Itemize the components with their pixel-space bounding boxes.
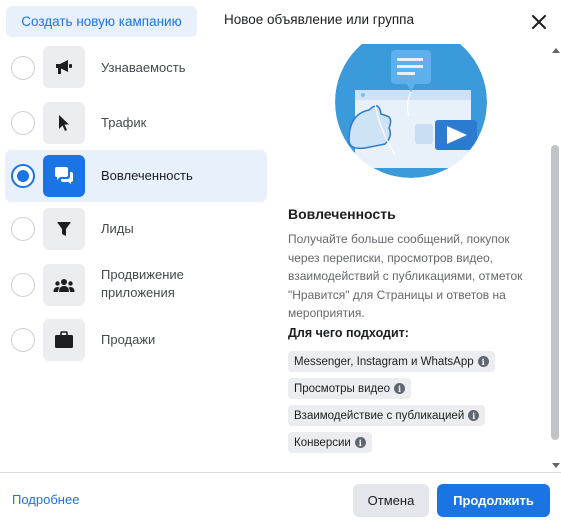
objective-item-engagement[interactable]: Вовлеченность [5, 150, 267, 202]
use-case-chip: Взаимодействие с публикацией i [288, 405, 486, 426]
engagement-illustration [335, 26, 487, 178]
objective-label: Вовлеченность [101, 168, 193, 183]
detail-description: Получайте больше сообщений, покупок чере… [288, 232, 523, 320]
objective-label: Продвижение приложения [101, 267, 184, 300]
objective-item-awareness[interactable]: Узнаваемость [5, 44, 267, 92]
objective-label: Лиды [101, 221, 134, 236]
continue-button[interactable]: Продолжить [437, 484, 550, 517]
people-icon [53, 279, 75, 292]
objective-icon-tile [43, 264, 85, 306]
chip-label: Messenger, Instagram и WhatsApp [294, 355, 474, 368]
scrollbar-thumb[interactable] [551, 145, 559, 440]
objective-radio-awareness[interactable] [11, 56, 35, 80]
objective-radio-sales[interactable] [11, 328, 35, 352]
scroll-up-arrow-icon[interactable] [552, 48, 560, 53]
objective-radio-app-promotion[interactable] [11, 273, 35, 297]
scroll-down-arrow-icon[interactable] [552, 463, 560, 468]
objective-icon-tile [43, 208, 85, 250]
objective-radio-leads[interactable] [11, 217, 35, 241]
learn-more-link[interactable]: Подробнее [12, 492, 79, 507]
use-case-chip: Messenger, Instagram и WhatsApp i [288, 351, 495, 372]
chip-label: Взаимодействие с публикацией [294, 409, 465, 422]
cursor-icon [59, 115, 69, 131]
info-icon[interactable]: i [477, 356, 489, 367]
objective-item-leads[interactable]: Лиды [5, 203, 267, 255]
info-icon[interactable]: i [468, 410, 480, 421]
info-icon[interactable]: i [354, 437, 366, 448]
objective-item-traffic[interactable]: Трафик [5, 97, 267, 149]
objective-label: Узнаваемость [101, 60, 186, 75]
use-case-chip: Просмотры видео i [288, 378, 412, 399]
objective-icon-tile [43, 155, 85, 197]
detail-title: Вовлеченность [288, 206, 396, 222]
objective-icon-tile [43, 319, 85, 361]
fit-title: Для чего подходит: [288, 326, 409, 340]
chip-label: Просмотры видео [294, 382, 391, 395]
objective-item-app-promotion[interactable]: Продвижение приложения [5, 256, 267, 314]
cancel-button[interactable]: Отмена [353, 484, 429, 517]
funnel-icon [57, 222, 71, 236]
close-button[interactable] [528, 11, 550, 33]
objective-icon-tile [43, 102, 85, 144]
tab-new-ad-or-group[interactable]: Новое объявление или группа [224, 12, 414, 27]
use-case-chip: Конверсии i [288, 432, 372, 453]
chip-label: Конверсии [294, 436, 351, 449]
objective-radio-traffic[interactable] [11, 111, 35, 135]
footer-divider [0, 472, 561, 473]
close-icon [532, 15, 546, 29]
objective-item-sales[interactable]: Продажи [5, 314, 267, 366]
objective-radio-engagement[interactable] [11, 164, 35, 188]
chat-bubbles-icon [55, 167, 73, 184]
objective-icon-tile [43, 46, 85, 88]
briefcase-icon [55, 331, 73, 348]
info-icon[interactable]: i [394, 383, 406, 394]
dialog-header: Создать новую кампанию Новое объявление … [0, 0, 561, 44]
megaphone-icon [56, 60, 72, 74]
objective-label: Трафик [101, 115, 147, 130]
tab-create-campaign[interactable]: Создать новую кампанию [6, 6, 197, 37]
objective-label: Продажи [101, 332, 156, 347]
